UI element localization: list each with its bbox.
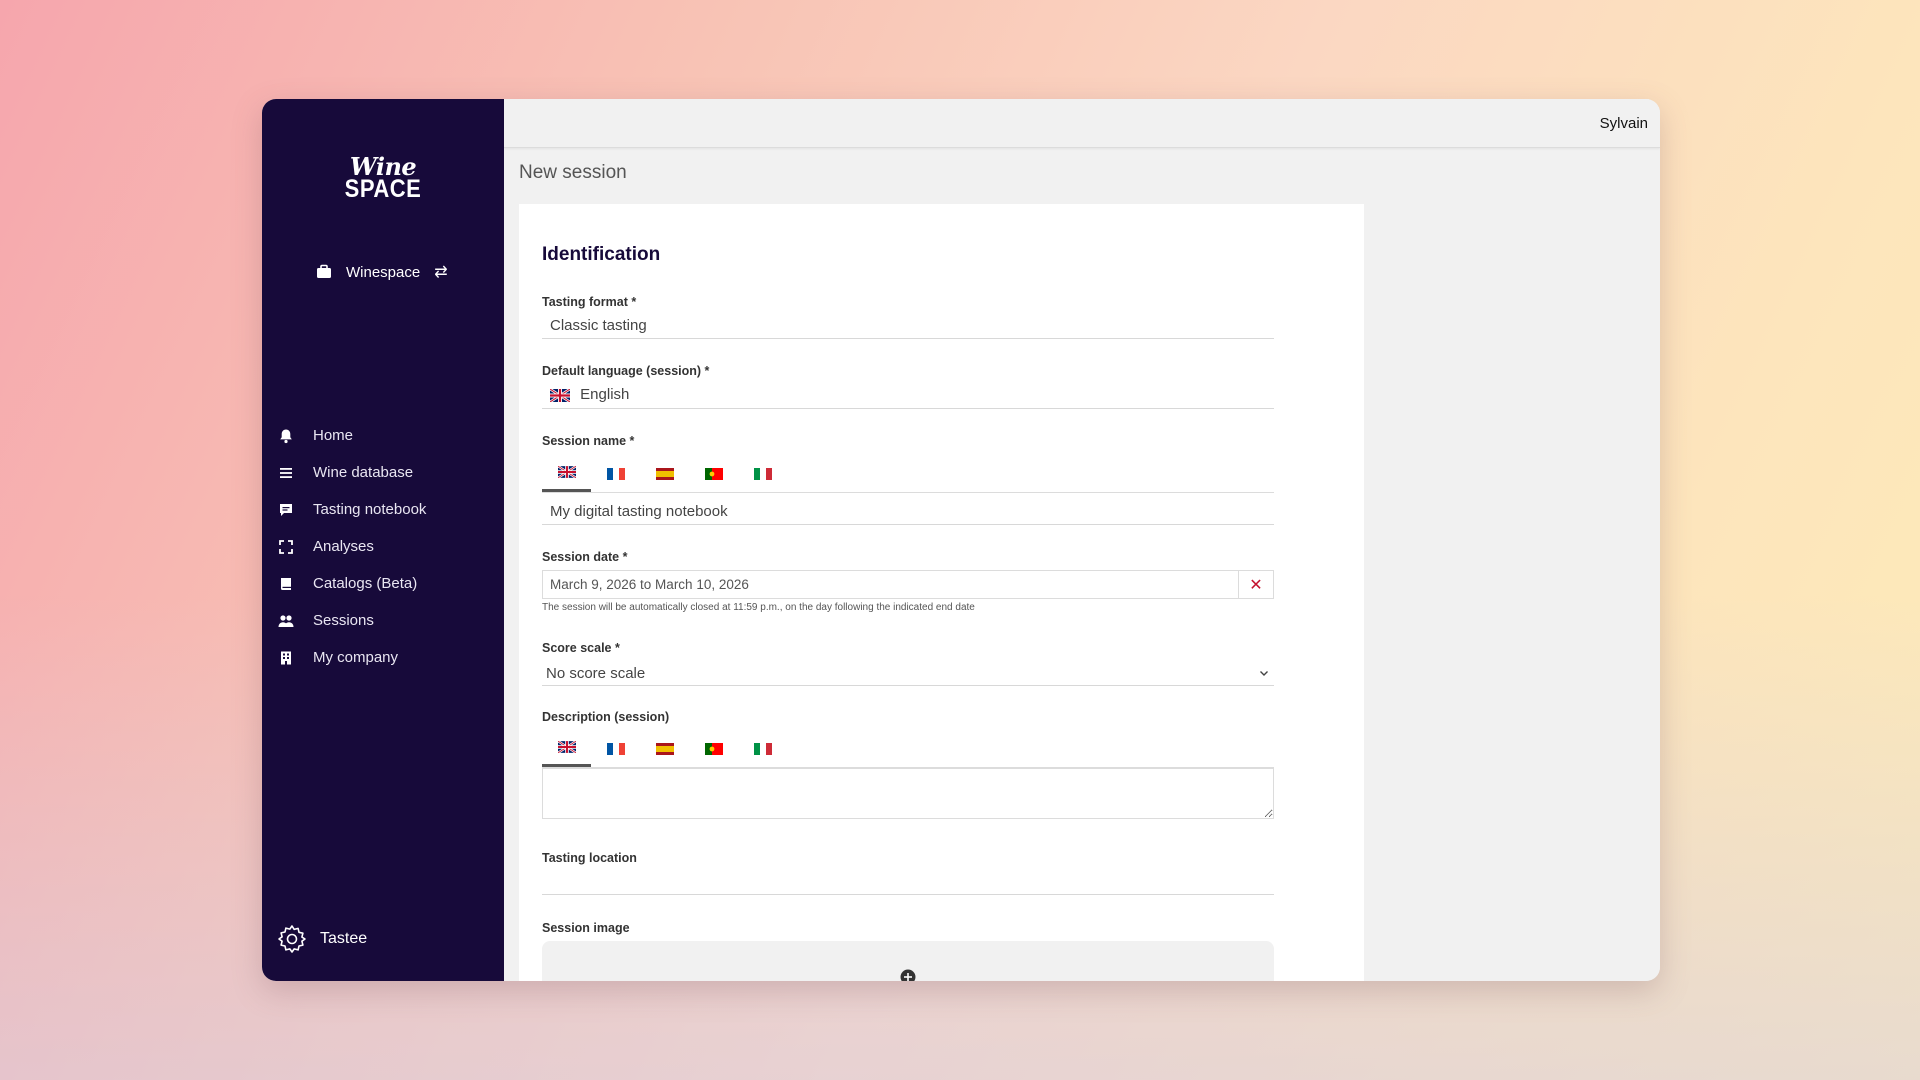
session-image-upload[interactable] [542, 941, 1274, 981]
main-content: Sylvain New session Identification Tasti… [504, 99, 1660, 981]
sidebar-footer-label: Tastee [320, 930, 368, 947]
expand-icon [279, 539, 293, 554]
tasting-format-underline [542, 338, 1274, 339]
tab-lang-es[interactable] [640, 730, 689, 767]
briefcase-icon [317, 264, 331, 278]
sidebar-item-sessions[interactable]: Sessions [278, 602, 498, 639]
default-language-value: English [580, 386, 630, 403]
sidebar-item-label: Home [313, 427, 354, 444]
tasting-format-field[interactable]: Classic tasting [550, 317, 647, 334]
uk-flag-icon [557, 466, 576, 478]
sidebar-nav: Home Wine database Tasting notebook Anal… [278, 417, 498, 676]
france-flag-icon [606, 467, 625, 480]
comment-icon [280, 503, 292, 516]
sidebar-item-label: Tasting notebook [313, 501, 427, 518]
bell-icon [280, 429, 292, 443]
portugal-flag-icon [704, 467, 723, 480]
workspace-label: Winespace [346, 263, 421, 281]
sidebar-item-my-company[interactable]: My company [278, 639, 498, 676]
session-name-language-tabs [542, 455, 1274, 493]
gear-icon [278, 925, 306, 953]
france-flag-icon [606, 742, 625, 755]
app-window: Wine SPACE Winespace ⇄ Home Wine databas… [262, 99, 1660, 981]
tasting-location-label: Tasting location [542, 851, 637, 865]
score-scale-value: No score scale [546, 664, 646, 682]
sidebar-item-label: Catalogs (Beta) [313, 575, 418, 592]
session-date-label: Session date * [542, 550, 628, 564]
default-language-field[interactable]: English [550, 386, 629, 403]
italy-flag-icon [753, 742, 772, 755]
winespace-logo[interactable]: Wine SPACE [262, 155, 504, 203]
sidebar-item-analyses[interactable]: Analyses [278, 528, 498, 565]
tab-lang-it[interactable] [738, 730, 787, 767]
session-date-hint: The session will be automatically closed… [542, 602, 975, 613]
workspace-switcher[interactable]: Winespace ⇄ [316, 262, 448, 282]
tasting-location-underline [542, 894, 1274, 895]
building-icon [281, 651, 291, 664]
uk-flag-icon [557, 741, 576, 753]
sidebar-footer-settings[interactable]: Tastee [276, 923, 367, 955]
book-icon [281, 577, 291, 590]
sidebar-item-tasting-notebook[interactable]: Tasting notebook [278, 491, 498, 528]
form-card: Identification Tasting format * Classic … [519, 204, 1364, 981]
clear-date-button[interactable]: ✕ [1238, 571, 1273, 598]
sidebar-item-label: Sessions [313, 612, 374, 629]
tab-lang-pt[interactable] [689, 455, 738, 492]
description-label: Description (session) [542, 710, 670, 724]
swap-icon: ⇄ [434, 264, 448, 281]
user-menu[interactable]: Sylvain [1600, 115, 1648, 132]
sidebar-item-label: My company [313, 649, 399, 666]
top-bar: Sylvain [504, 99, 1660, 148]
users-icon [278, 614, 294, 627]
sidebar-item-label: Wine database [313, 464, 414, 481]
score-scale-select[interactable]: No score scale [542, 661, 1274, 686]
spain-flag-icon [655, 742, 674, 755]
sidebar-item-wine-database[interactable]: Wine database [278, 454, 498, 491]
session-name-label: Session name * [542, 434, 635, 448]
session-name-input[interactable]: My digital tasting notebook [550, 503, 728, 520]
tab-lang-fr[interactable] [591, 455, 640, 492]
tasting-format-label: Tasting format * [542, 295, 637, 309]
portugal-flag-icon [704, 742, 723, 755]
sidebar-item-catalogs[interactable]: Catalogs (Beta) [278, 565, 498, 602]
session-date-input[interactable]: March 9, 2026 to March 10, 2026 [543, 571, 1238, 598]
list-icon [280, 467, 292, 478]
tab-lang-it[interactable] [738, 455, 787, 492]
tab-lang-fr[interactable] [591, 730, 640, 767]
score-scale-label: Score scale * [542, 641, 620, 655]
chevron-down-icon [1260, 671, 1268, 676]
tab-lang-en[interactable] [542, 455, 591, 492]
default-language-underline [542, 408, 1274, 409]
italy-flag-icon [753, 467, 772, 480]
tab-lang-en[interactable] [542, 730, 591, 767]
sidebar: Wine SPACE Winespace ⇄ Home Wine databas… [262, 99, 504, 981]
spain-flag-icon [655, 467, 674, 480]
page-title: New session [519, 162, 627, 183]
close-icon: ✕ [1249, 575, 1263, 594]
session-name-underline [542, 524, 1274, 525]
session-image-label: Session image [542, 921, 630, 935]
tab-lang-es[interactable] [640, 455, 689, 492]
default-language-label: Default language (session) * [542, 364, 710, 378]
add-image-icon [900, 969, 916, 981]
tab-lang-pt[interactable] [689, 730, 738, 767]
sidebar-item-home[interactable]: Home [278, 417, 498, 454]
description-language-tabs [542, 730, 1274, 768]
section-title: Identification [542, 244, 661, 265]
uk-flag-icon [550, 388, 570, 402]
description-textarea[interactable] [542, 768, 1274, 819]
logo-line-2: SPACE [344, 174, 422, 203]
session-date-picker: March 9, 2026 to March 10, 2026 ✕ [542, 570, 1274, 599]
sidebar-item-label: Analyses [313, 538, 374, 555]
